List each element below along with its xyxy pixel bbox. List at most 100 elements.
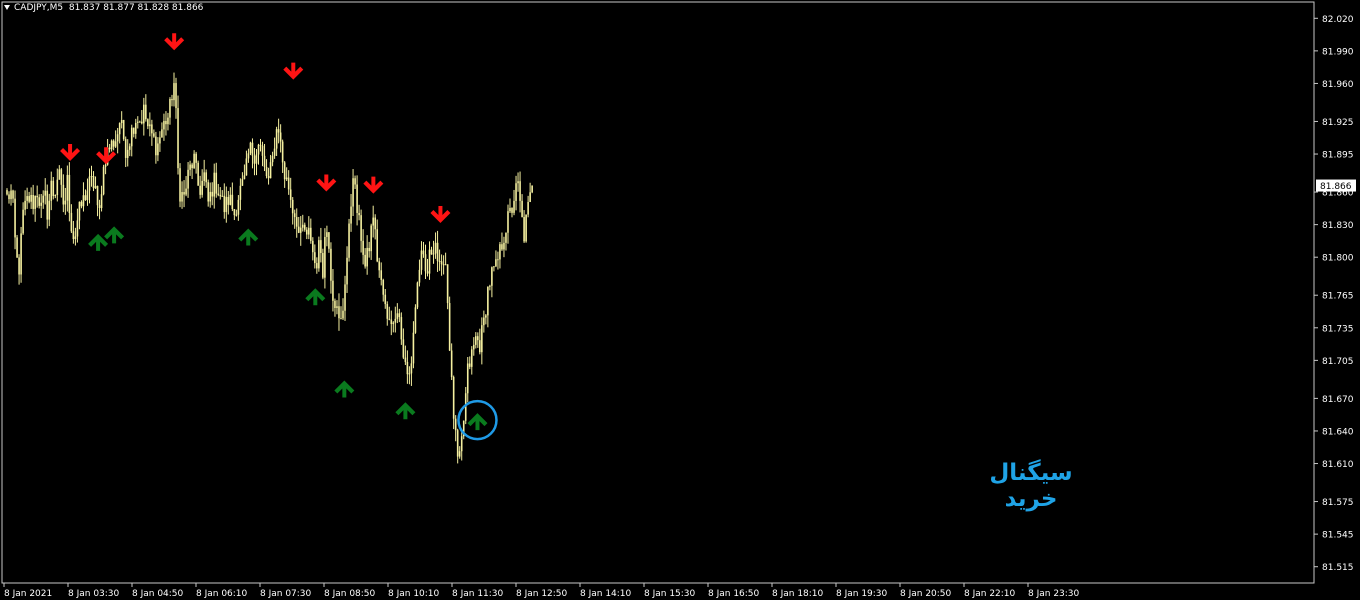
candle-body xyxy=(161,129,163,138)
candle-body xyxy=(169,99,171,118)
candle-body xyxy=(326,232,328,237)
candle-body xyxy=(249,142,252,154)
candle-body xyxy=(130,127,133,147)
candle-body xyxy=(346,257,348,285)
candle-body xyxy=(116,134,119,142)
price-tick-label: 81.640 xyxy=(1322,427,1354,437)
price-tick-label: 81.610 xyxy=(1322,460,1354,470)
candle-body xyxy=(84,195,87,201)
candle-body xyxy=(36,195,38,198)
candle-body xyxy=(386,304,389,319)
candle-body xyxy=(404,357,407,362)
candle-body xyxy=(76,220,79,237)
candle-body xyxy=(338,306,340,319)
candle-body xyxy=(66,174,69,201)
candle-body xyxy=(209,191,212,202)
candle-body xyxy=(432,253,435,255)
candle-body xyxy=(68,174,71,213)
candle-body xyxy=(481,325,483,353)
candle-body xyxy=(420,250,423,270)
candle-body xyxy=(517,181,519,184)
candle-body xyxy=(398,313,401,318)
time-tick-label: 8 Jan 11:30 xyxy=(452,589,504,599)
time-tick-label: 8 Jan 10:10 xyxy=(388,589,440,599)
sell-signal-arrow-icon xyxy=(164,33,185,51)
candle-body xyxy=(42,195,45,203)
candle-body xyxy=(416,282,419,308)
candle-body xyxy=(120,120,123,124)
candle-body xyxy=(450,350,453,378)
candle-body xyxy=(82,195,85,207)
candle-body xyxy=(434,242,437,254)
candle-body xyxy=(165,120,167,125)
candle-body xyxy=(181,192,183,202)
candle-body xyxy=(392,322,395,325)
candle-body xyxy=(422,250,425,255)
candle-body xyxy=(118,123,121,135)
candle-body xyxy=(320,240,322,253)
candle-body xyxy=(245,158,248,176)
candle-body xyxy=(400,317,403,340)
candle-body xyxy=(153,133,155,137)
time-tick-label: 8 Jan 07:30 xyxy=(260,589,312,599)
candle-body xyxy=(406,361,409,375)
candle-body xyxy=(503,242,505,250)
candle-body xyxy=(344,284,346,311)
candle-body xyxy=(358,212,360,216)
candle-body xyxy=(10,190,12,200)
candle-body xyxy=(247,153,250,159)
candle-body xyxy=(297,226,300,233)
candle-body xyxy=(330,248,332,281)
candle-body xyxy=(112,140,115,147)
price-chart[interactable]: 82.020 81.990 81.960 81.925 81.895 81.860 81.8… xyxy=(0,0,1360,600)
candle-body xyxy=(257,144,260,155)
candle-body xyxy=(293,213,296,218)
candle-body xyxy=(64,200,67,205)
candle-body xyxy=(370,225,372,252)
candle-body xyxy=(149,124,151,127)
chart-canvas[interactable]: 82.02081.99081.96081.92581.89581.86081.8… xyxy=(0,0,1360,600)
candle-body xyxy=(332,280,334,301)
candle-body xyxy=(495,259,497,267)
candle-body xyxy=(94,185,97,189)
candle-body xyxy=(454,418,457,431)
candle-body xyxy=(468,363,471,367)
candle-body xyxy=(52,180,55,197)
candle-body xyxy=(40,202,43,206)
candle-body xyxy=(50,180,53,201)
candle-body xyxy=(227,196,230,205)
candle-body xyxy=(58,169,61,180)
candle-body xyxy=(225,196,228,213)
candle-body xyxy=(356,184,358,213)
candle-body xyxy=(438,260,441,262)
candle-body xyxy=(285,177,288,180)
candle-body xyxy=(519,181,521,201)
candle-body xyxy=(211,191,214,197)
candle-body xyxy=(20,233,22,275)
candle-body xyxy=(231,194,234,210)
candle-body xyxy=(472,344,475,350)
candle-body xyxy=(384,294,387,305)
candle-body xyxy=(8,194,10,200)
dropdown-triangle-icon[interactable] xyxy=(4,5,10,10)
candle-body xyxy=(408,373,411,375)
buy-signal-label: سیگنال خرید xyxy=(989,460,1073,512)
time-tick-label: 8 Jan 15:30 xyxy=(644,589,696,599)
candle-body xyxy=(456,430,459,457)
candle-body xyxy=(470,349,473,367)
buy-signal-arrow-icon xyxy=(467,413,488,431)
candle-body xyxy=(122,120,125,140)
candle-body xyxy=(390,319,393,325)
candle-body xyxy=(513,200,515,213)
candle-body xyxy=(275,129,278,149)
candle-body xyxy=(193,153,195,169)
candle-body xyxy=(493,266,495,268)
candle-body xyxy=(189,164,191,170)
price-tick-label: 81.735 xyxy=(1322,324,1354,334)
candle-body xyxy=(54,195,57,197)
candle-body xyxy=(412,332,415,364)
chart-frame xyxy=(1,1,1315,584)
candle-body xyxy=(30,194,32,202)
price-tick-label: 81.925 xyxy=(1322,118,1354,128)
candle-body xyxy=(261,145,264,156)
